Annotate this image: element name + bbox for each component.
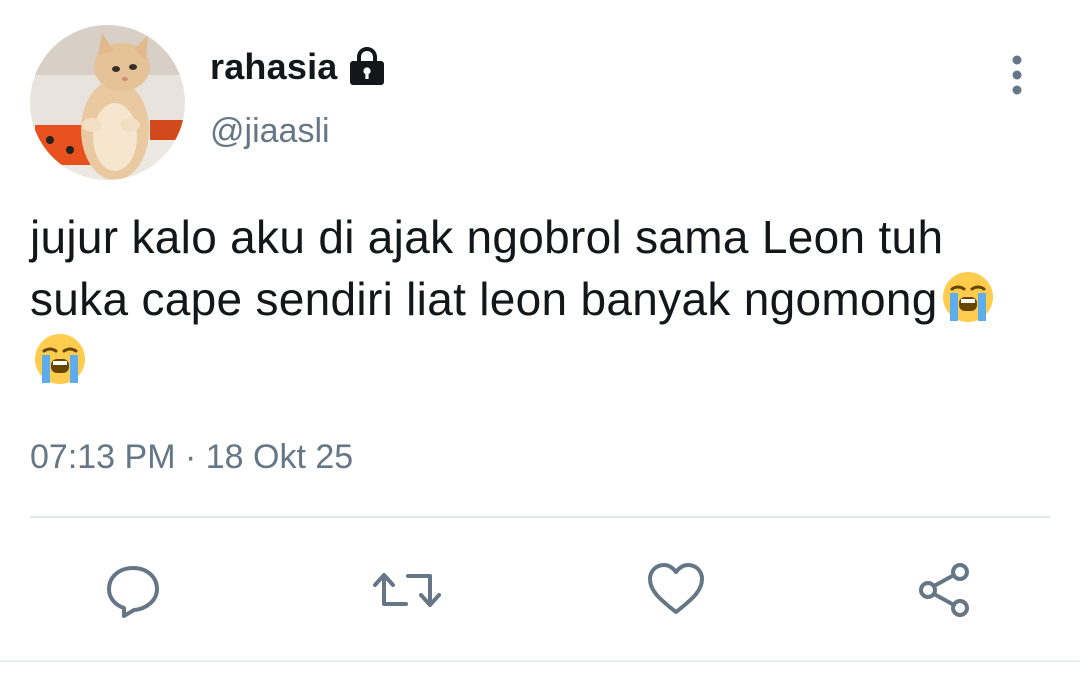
display-name-row: rahasia	[210, 44, 386, 90]
tweet: rahasia @jiaasli jujur kalo aku di ajak …	[0, 0, 1080, 681]
user-handle[interactable]: @jiaasli	[210, 112, 330, 151]
divider	[30, 516, 1050, 518]
share-button[interactable]	[914, 560, 974, 620]
tweet-text: jujur kalo aku di ajak ngobrol sama Leon…	[30, 206, 1040, 392]
share-icon	[914, 560, 974, 620]
speech-bubble-icon	[103, 560, 163, 620]
avatar[interactable]	[30, 25, 185, 180]
timestamp-separator: ·	[184, 438, 197, 476]
like-button[interactable]	[646, 560, 706, 620]
loudly-crying-face-icon	[940, 269, 996, 325]
display-name[interactable]: rahasia	[210, 46, 338, 88]
heart-icon	[646, 560, 706, 620]
bottom-divider	[0, 660, 1080, 662]
more-options-icon[interactable]	[998, 52, 1036, 100]
retweet-icon	[372, 560, 441, 620]
tweet-date: 18 Okt 25	[205, 438, 354, 476]
tweet-time: 07:13 PM	[30, 438, 176, 476]
timestamp[interactable]: 07:13 PM · 18 Okt 25	[30, 438, 353, 477]
loudly-crying-face-icon	[32, 331, 88, 387]
lock-icon	[348, 47, 386, 87]
retweet-button[interactable]	[372, 560, 441, 620]
tweet-body: jujur kalo aku di ajak ngobrol sama Leon…	[30, 211, 944, 325]
reply-button[interactable]	[103, 560, 163, 620]
